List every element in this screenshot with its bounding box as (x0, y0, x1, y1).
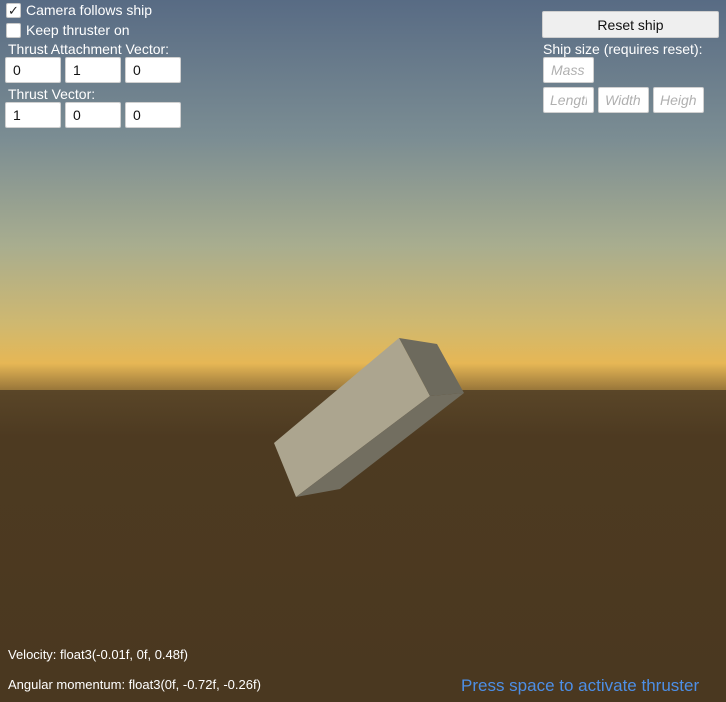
velocity-readout: Velocity: float3(-0.01f, 0f, 0.48f) (8, 647, 188, 662)
check-icon: ✓ (8, 2, 19, 18)
reset-ship-button[interactable]: Reset ship (542, 11, 719, 38)
camera-follows-ship-checkbox[interactable]: ✓ (6, 2, 21, 18)
thrust-attachment-z-input[interactable] (125, 57, 181, 83)
thruster-hint: Press space to activate thruster (461, 676, 700, 695)
width-input[interactable] (598, 87, 649, 113)
camera-follows-ship-label: Camera follows ship (26, 2, 153, 18)
keep-thruster-on-toggle[interactable]: Keep thruster on (6, 22, 130, 38)
thrust-vector-x-input[interactable] (5, 102, 61, 128)
thrust-attachment-label: Thrust Attachment Vector: (8, 41, 170, 57)
length-input[interactable] (543, 87, 594, 113)
keep-thruster-on-label: Keep thruster on (26, 22, 130, 38)
thrust-vector-z-input[interactable] (125, 102, 181, 128)
thrust-attachment-y-input[interactable] (65, 57, 121, 83)
mass-input[interactable] (543, 57, 594, 83)
keep-thruster-on-checkbox[interactable] (6, 22, 21, 38)
thrust-vector-label: Thrust Vector: (8, 86, 96, 102)
ship-size-label: Ship size (requires reset): (543, 41, 703, 57)
thrust-vector-y-input[interactable] (65, 102, 121, 128)
angular-momentum-readout: Angular momentum: float3(0f, -0.72f, -0.… (8, 677, 261, 692)
height-input[interactable] (653, 87, 704, 113)
camera-follows-ship-toggle[interactable]: ✓ Camera follows ship (6, 2, 152, 18)
thrust-attachment-x-input[interactable] (5, 57, 61, 83)
